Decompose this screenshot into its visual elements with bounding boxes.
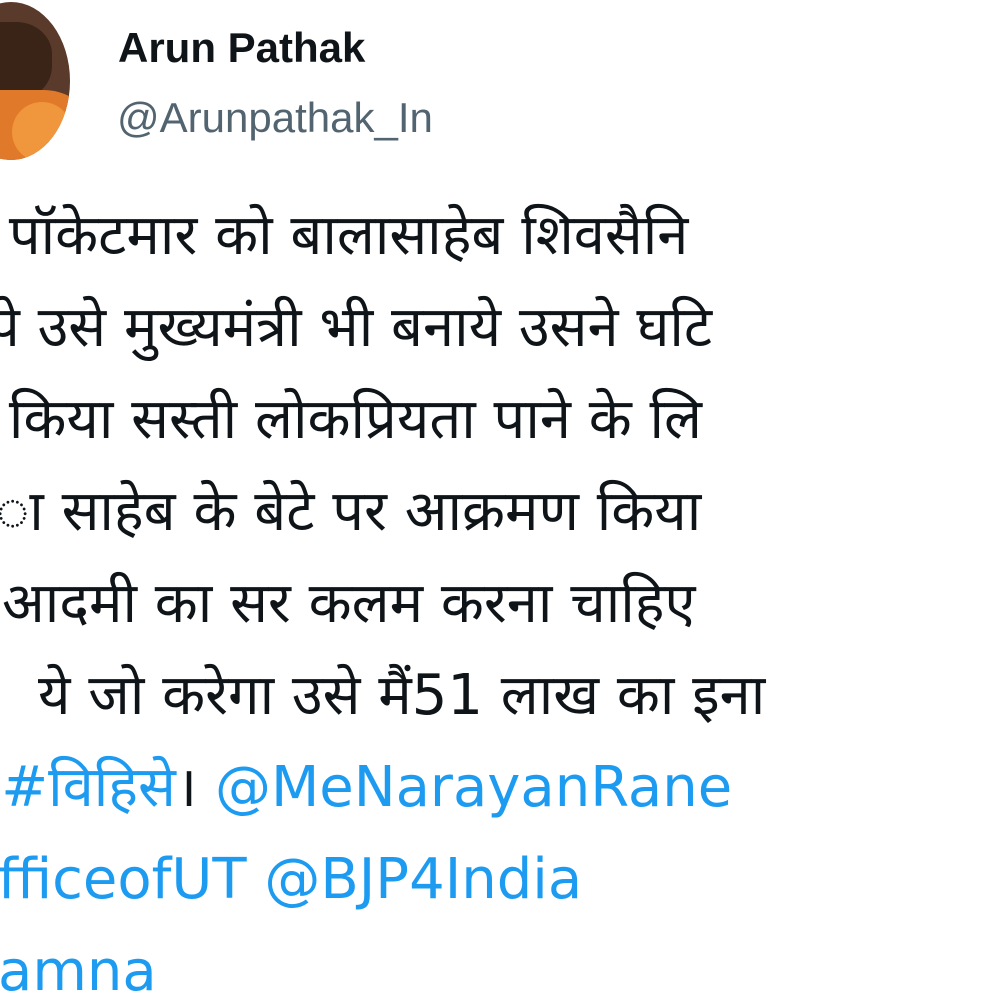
mention-officeofut[interactable]: fficeofUT — [0, 847, 247, 912]
tweet-line-8: fficeofUT @BJP4India — [0, 840, 582, 920]
author-handle[interactable]: @Arunpathak_In — [117, 88, 433, 148]
tweet-line-5: आदमी का सर कलम करना चाहिए — [2, 571, 696, 636]
tweet-line-3: r किया सस्ती लोकप्रियता पाने के लि — [0, 387, 703, 452]
mention-bjp4india[interactable]: @BJP4India — [264, 847, 582, 912]
tweet-line-9: amna — [0, 932, 157, 1000]
tweet-line-7: ।#विहिसे। @MeNarayanRane — [0, 748, 732, 828]
author-display-name[interactable]: Arun Pathak — [118, 18, 365, 78]
avatar-shirt-detail — [12, 102, 70, 160]
tweet-line-1: r पॉकेटमार को बालासाहेब शिवसैनि — [0, 203, 689, 268]
danda-separator: । — [175, 755, 198, 820]
tweet-line-4: ा साहेब के बेटे पर आक्रमण किया — [0, 479, 702, 544]
tweet-line-6: ये जो करेगा उसे मैं51 लाख का इना — [38, 663, 766, 728]
mention-saamna[interactable]: amna — [0, 939, 157, 1000]
avatar[interactable] — [0, 2, 70, 160]
tweet-line-2: पे उसे मुख्यमंत्री भी बनाये उसने घटि — [0, 295, 713, 360]
hashtag-link[interactable]: #विहिसे — [1, 755, 176, 820]
mention-menarayanrane[interactable]: @MeNarayanRane — [215, 755, 732, 820]
